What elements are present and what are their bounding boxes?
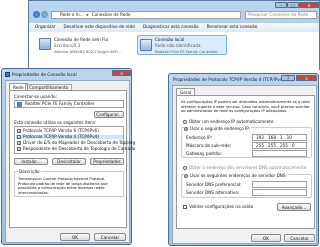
ip-label: Endereço IP:	[186, 135, 213, 140]
search-input[interactable]: Pesquisar Conexões de Rede	[245, 11, 317, 19]
properties-button[interactable]: Propriedades	[90, 158, 124, 165]
connection-properties-dialog: Propriedades de Conexão local ✕ Rede Com…	[1, 68, 135, 245]
items-list: ✓ Protocolo TCP/IP Versão 6 (TCP/IPv6) ✓…	[14, 126, 135, 154]
radio-manual-ip[interactable]: Usar o seguinte endereço IP:	[184, 126, 252, 132]
dialog-title: Propriedades de Protocolo TCP/IP Versão …	[173, 77, 285, 82]
toolbar-organize[interactable]: Organizar	[35, 25, 55, 29]
adapter-name: Realtek PCIe FE Family Controller	[25, 100, 95, 106]
item-label: Driver de E/S do Mapeador de Descoberta …	[23, 140, 136, 145]
connection-name: Conexão de Rede sem Fio	[54, 37, 109, 42]
ethernet-adapter-icon	[140, 39, 152, 51]
radio-auto-ip[interactable]: Obter um endereço IP automaticamente	[183, 119, 274, 125]
explorer-window: – □ ✕ ‹ › Rede e In... ▸ Conexões de Red…	[28, 0, 320, 70]
configure-button[interactable]: Configurar...	[94, 111, 124, 118]
radio-circle-selected[interactable]	[184, 127, 188, 132]
list-item-selected[interactable]: ✓ Protocolo TCP/IP Versão 4 (TCP/IPv4)	[16, 134, 123, 140]
dialog-body: Geral As configurações IP podem ser atri…	[172, 85, 317, 244]
toolbar-rename[interactable]: Renomear esta conexão	[207, 25, 258, 29]
checkbox-box[interactable]	[183, 205, 187, 210]
connection-item[interactable]: Conexão de Rede sem Fio Escritorio5 3 At…	[39, 36, 133, 62]
adapter-icon	[17, 102, 22, 107]
dns2-label: Servidor DNS alternativo:	[186, 190, 240, 195]
connection-device: Atheros AR9285 802.11b/g/n WiFi...	[54, 49, 122, 54]
address-bar[interactable]: Rede e In... ▸ Conexões de Rede	[51, 11, 241, 19]
dns2-field[interactable]: . . .	[252, 189, 307, 196]
maximize-button[interactable]: □	[287, 2, 299, 8]
connection-status: Rede não identificada	[155, 43, 201, 48]
uninstall-button[interactable]: Desinstalar	[52, 158, 86, 165]
ok-button[interactable]: OK	[251, 234, 281, 242]
radio-circle[interactable]	[183, 166, 187, 171]
item-checkbox[interactable]: ✓	[17, 141, 21, 146]
intro-text: As configurações IP podem ser atribuídas…	[181, 100, 310, 113]
connection-name: Conexão local	[155, 37, 185, 42]
item-checkbox[interactable]: ✓	[17, 129, 21, 134]
dialog-title: Propriedades de Conexão local	[12, 72, 77, 77]
network-icon	[5, 72, 10, 77]
radio-manual-dns[interactable]: Usar os seguintes endereços de servidor …	[184, 173, 288, 179]
radio-label: Usar os seguintes endereços de servidor …	[190, 173, 287, 178]
connection-item-selected[interactable]: Conexão local Rede não identificada Real…	[137, 35, 227, 55]
items-label: Esta conexão utiliza os seguintes itens:	[14, 120, 97, 125]
radio-auto-dns[interactable]: Obter o endereço dos servidores DNS auto…	[183, 165, 307, 171]
dns-group: Usar os seguintes endereços de servidor …	[181, 173, 312, 198]
gateway-label: Gateway padrão:	[186, 151, 222, 156]
dns1-field[interactable]: . . .	[252, 181, 307, 188]
item-label: Protocolo TCP/IP Versão 6 (TCP/IPv6)	[23, 128, 99, 133]
item-checkbox[interactable]: ✓	[17, 147, 21, 152]
connect-using-label: Conectar-se usando:	[14, 94, 57, 99]
tcpip-properties-dialog: Propriedades de Protocolo TCP/IP Versão …	[168, 73, 319, 246]
tab-panel: Conectar-se usando: Realtek PCIe FE Fami…	[9, 90, 135, 228]
wifi-adapter-icon	[39, 38, 51, 50]
radio-label: Usar o seguinte endereço IP:	[190, 126, 251, 131]
connections-pane: Conexão de Rede sem Fio Escritorio5 3 At…	[29, 32, 319, 70]
description-label: Descrição	[18, 169, 41, 175]
mask-label: Máscara de sub-rede:	[186, 143, 232, 148]
breadcrumb-separator: ▸	[86, 11, 89, 17]
toolbar-diagnose[interactable]: Diagnosticar esta conexão	[143, 25, 199, 29]
close-button[interactable]: ✕	[296, 75, 317, 81]
radio-label: Obter o endereço dos servidores DNS auto…	[189, 165, 307, 170]
list-item[interactable]: ✓ Respondente de Descoberta de Topologia…	[17, 146, 136, 152]
item-label: Respondente de Descoberta de Topologia d…	[23, 146, 136, 151]
close-button[interactable]: ✕	[299, 2, 319, 8]
forward-button[interactable]: ›	[41, 11, 48, 18]
close-button[interactable]: ✕	[112, 70, 131, 76]
toolbar-disable[interactable]: Desativar este dispositivo de rede	[63, 25, 135, 29]
connection-device: Realtek PCIe FE Family Controller	[155, 49, 218, 54]
adapter-box: Realtek PCIe FE Family Controller	[14, 100, 124, 108]
dialog-body: Rede Compartilhamento Conectar-se usando…	[5, 80, 135, 243]
radio-label: Obter um endereço IP automaticamente	[189, 119, 274, 124]
list-item[interactable]: ✓ Driver de E/S do Mapeador de Descobert…	[17, 140, 136, 146]
radio-circle[interactable]	[183, 120, 187, 125]
list-item[interactable]: ✓ Protocolo TCP/IP Versão 6 (TCP/IPv6)	[17, 128, 99, 134]
ip-field[interactable]: 192 . 168 . 1 . 10	[252, 134, 307, 141]
back-button[interactable]: ‹	[33, 11, 40, 18]
cancel-button[interactable]: Cancelar	[94, 233, 126, 241]
radio-circle-selected[interactable]	[184, 174, 188, 179]
dns1-label: Servidor DNS preferencial:	[186, 182, 242, 187]
ok-button[interactable]: OK	[60, 233, 90, 241]
description-text: Transmission Control Protocol/Internet P…	[18, 177, 108, 195]
search-placeholder: Pesquisar Conexões de Rede	[248, 11, 309, 17]
tab-panel: As configurações IP podem ser atribuídas…	[176, 95, 315, 229]
gateway-field[interactable]: . . .	[252, 150, 307, 157]
toolbar: Organizar Desativar este dispositivo de …	[29, 22, 319, 32]
advanced-button[interactable]: Avançado...	[277, 203, 311, 211]
mask-field[interactable]: 255 . 255 . 255 . 0	[252, 142, 307, 149]
help-button[interactable]: ?	[281, 75, 295, 81]
minimize-button[interactable]: –	[275, 2, 287, 8]
checkbox-label: Validar configurações na saída	[189, 204, 254, 209]
description-group: Descrição Transmission Control Protocol/…	[14, 169, 124, 197]
breadcrumb-item[interactable]: Conexões de Rede	[92, 12, 131, 17]
ip-group: Usar o seguinte endereço IP: Endereço IP…	[181, 126, 312, 158]
breadcrumb-item[interactable]: Rede e In...	[60, 12, 84, 17]
validate-checkbox[interactable]: Validar configurações na saída	[183, 204, 254, 210]
item-label: Protocolo TCP/IP Versão 4 (TCP/IPv4)	[23, 134, 99, 139]
cancel-button[interactable]: Cancelar	[284, 234, 315, 242]
install-button[interactable]: Instalar...	[14, 158, 48, 165]
connection-status: Escritorio5 3	[54, 43, 81, 48]
item-checkbox[interactable]: ✓	[17, 135, 21, 140]
